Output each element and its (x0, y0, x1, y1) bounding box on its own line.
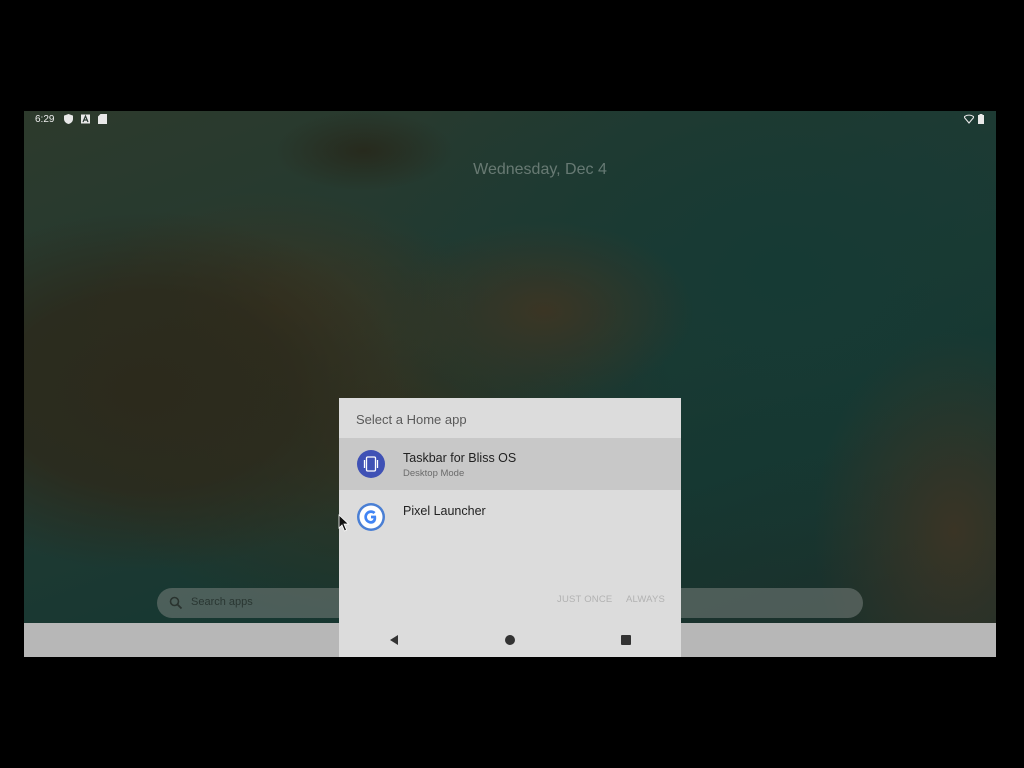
app-name: Taskbar for Bliss OS (403, 451, 517, 465)
status-bar: 6:29 (24, 111, 996, 129)
taskbar-app-icon (356, 449, 386, 479)
back-icon[interactable] (387, 633, 401, 647)
shield-icon (64, 114, 73, 124)
just-once-button[interactable]: JUST ONCE (557, 594, 612, 605)
app-option-pixel-launcher[interactable]: Pixel Launcher (339, 490, 681, 542)
home-app-chooser-dialog: Select a Home app Taskbar for Bliss OS D… (339, 398, 681, 657)
app-subtitle: Desktop Mode (403, 468, 465, 479)
dialog-title: Select a Home app (356, 412, 467, 427)
android-screen: 6:29 Wednesday, Dec 4 Search apps Select… (24, 111, 996, 657)
recents-icon[interactable] (619, 633, 633, 647)
mouse-pointer-icon (338, 514, 350, 532)
home-icon[interactable] (503, 633, 517, 647)
google-g-icon (356, 502, 386, 532)
app-option-taskbar[interactable]: Taskbar for Bliss OS Desktop Mode (339, 438, 681, 490)
home-date-text: Wednesday, Dec 4 (473, 161, 607, 178)
font-a-icon (81, 114, 90, 124)
status-time: 6:29 (35, 114, 55, 125)
dialog-nav-bar (339, 623, 681, 657)
sd-card-icon (98, 114, 107, 124)
battery-icon (978, 114, 984, 124)
search-icon (169, 596, 183, 610)
app-name: Pixel Launcher (403, 504, 486, 518)
search-placeholder: Search apps (191, 596, 253, 608)
always-button[interactable]: ALWAYS (626, 594, 665, 605)
wifi-icon (964, 114, 974, 124)
